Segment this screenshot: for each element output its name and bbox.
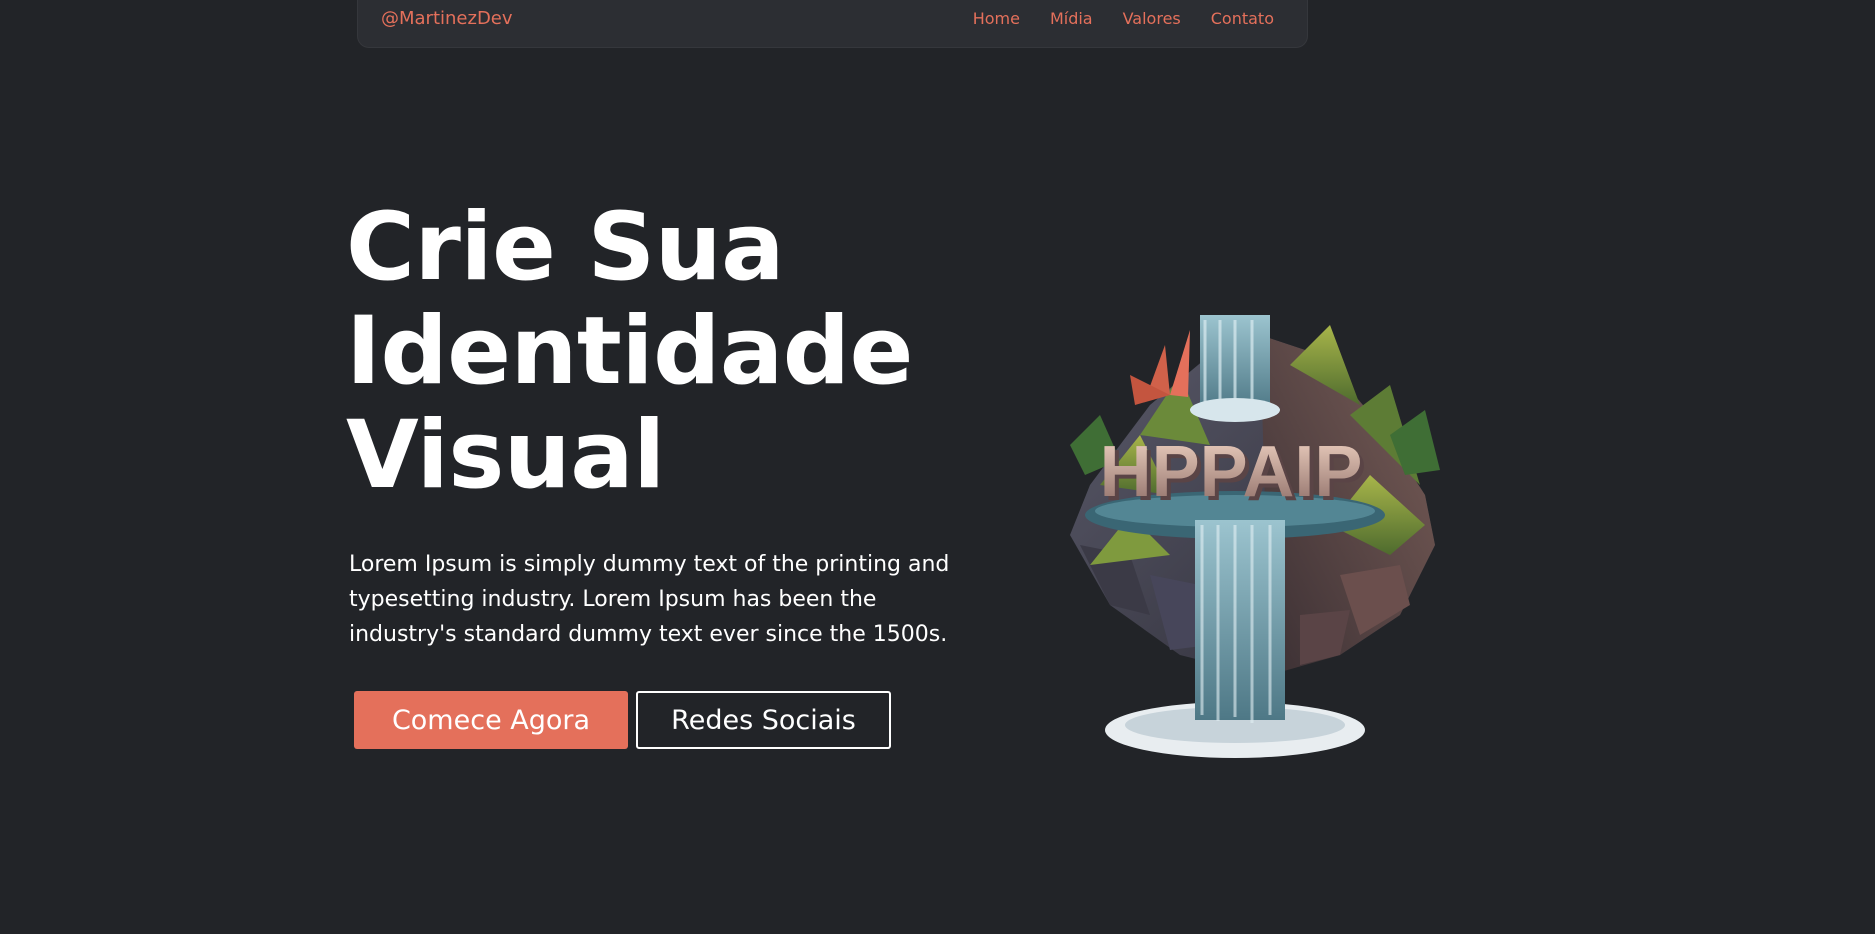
hero-title: Crie Sua Identidade Visual	[346, 196, 913, 508]
hppaip-sign: HPPAIP HPPAIP	[1100, 432, 1367, 516]
hero-title-line-2: Identidade	[346, 297, 913, 406]
nav-link-midia[interactable]: Mídia	[1050, 9, 1093, 28]
nav-link-contato[interactable]: Contato	[1211, 9, 1274, 28]
comece-agora-button[interactable]: Comece Agora	[354, 691, 628, 749]
nav-link-home[interactable]: Home	[973, 9, 1020, 28]
redes-sociais-button[interactable]: Redes Sociais	[636, 691, 891, 749]
hero-title-line-1: Crie Sua	[346, 193, 785, 302]
hero-title-line-3: Visual	[346, 401, 665, 510]
brand-link[interactable]: @MartinezDev	[381, 8, 513, 29]
hero-description: Lorem Ipsum is simply dummy text of the …	[349, 552, 950, 647]
nav-link-valores[interactable]: Valores	[1123, 9, 1181, 28]
svg-text:HPPAIP: HPPAIP	[1100, 432, 1363, 512]
nav-links: Home Mídia Valores Contato	[973, 9, 1274, 28]
landing-page: @MartinezDev Home Mídia Valores Contato …	[0, 0, 1875, 934]
navbar: @MartinezDev Home Mídia Valores Contato	[357, 0, 1308, 48]
waterfall-island-illustration: HPPAIP HPPAIP	[1070, 315, 1440, 758]
